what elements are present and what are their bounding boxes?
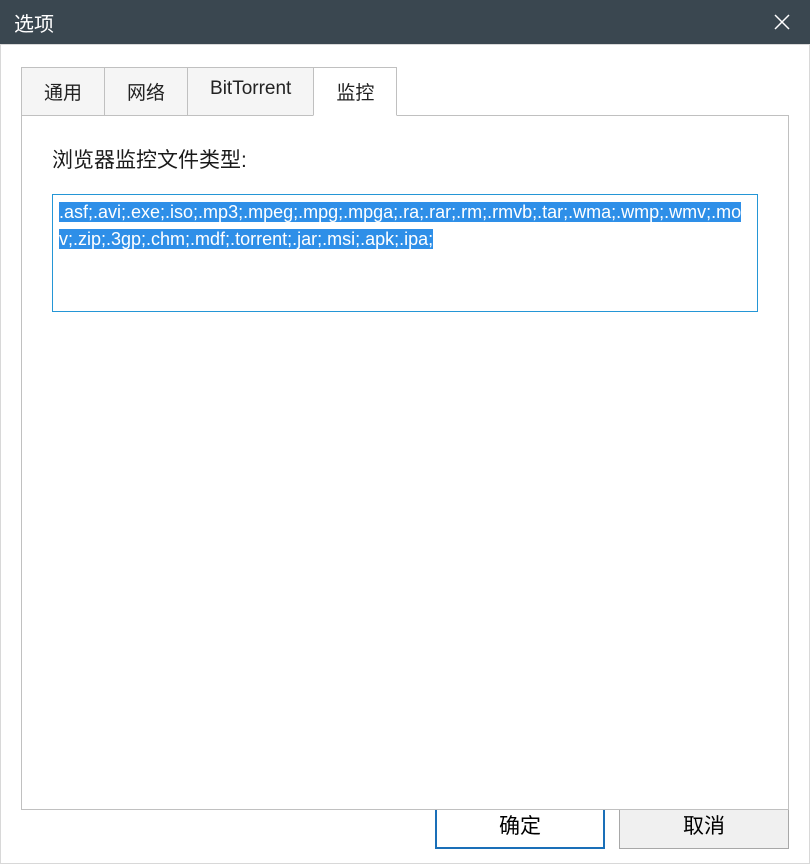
- close-button[interactable]: [754, 0, 810, 44]
- window-title: 选项: [14, 8, 54, 37]
- file-types-input[interactable]: .asf;.avi;.exe;.iso;.mp3;.mpeg;.mpg;.mpg…: [52, 194, 758, 312]
- tab-general[interactable]: 通用: [21, 67, 105, 116]
- tab-network[interactable]: 网络: [104, 67, 188, 116]
- file-types-selected-text: .asf;.avi;.exe;.iso;.mp3;.mpeg;.mpg;.mpg…: [59, 202, 741, 249]
- tab-panel-monitoring: 浏览器监控文件类型: .asf;.avi;.exe;.iso;.mp3;.mpe…: [21, 115, 789, 810]
- tab-monitoring[interactable]: 监控: [313, 67, 397, 116]
- dialog-body: 通用 网络 BitTorrent 监控 浏览器监控文件类型: .asf;.avi…: [0, 44, 810, 864]
- tab-bar: 通用 网络 BitTorrent 监控: [21, 67, 809, 116]
- close-icon: [773, 13, 791, 31]
- titlebar: 选项: [0, 0, 810, 44]
- tab-bittorrent[interactable]: BitTorrent: [187, 67, 314, 116]
- file-types-label: 浏览器监控文件类型:: [52, 144, 758, 174]
